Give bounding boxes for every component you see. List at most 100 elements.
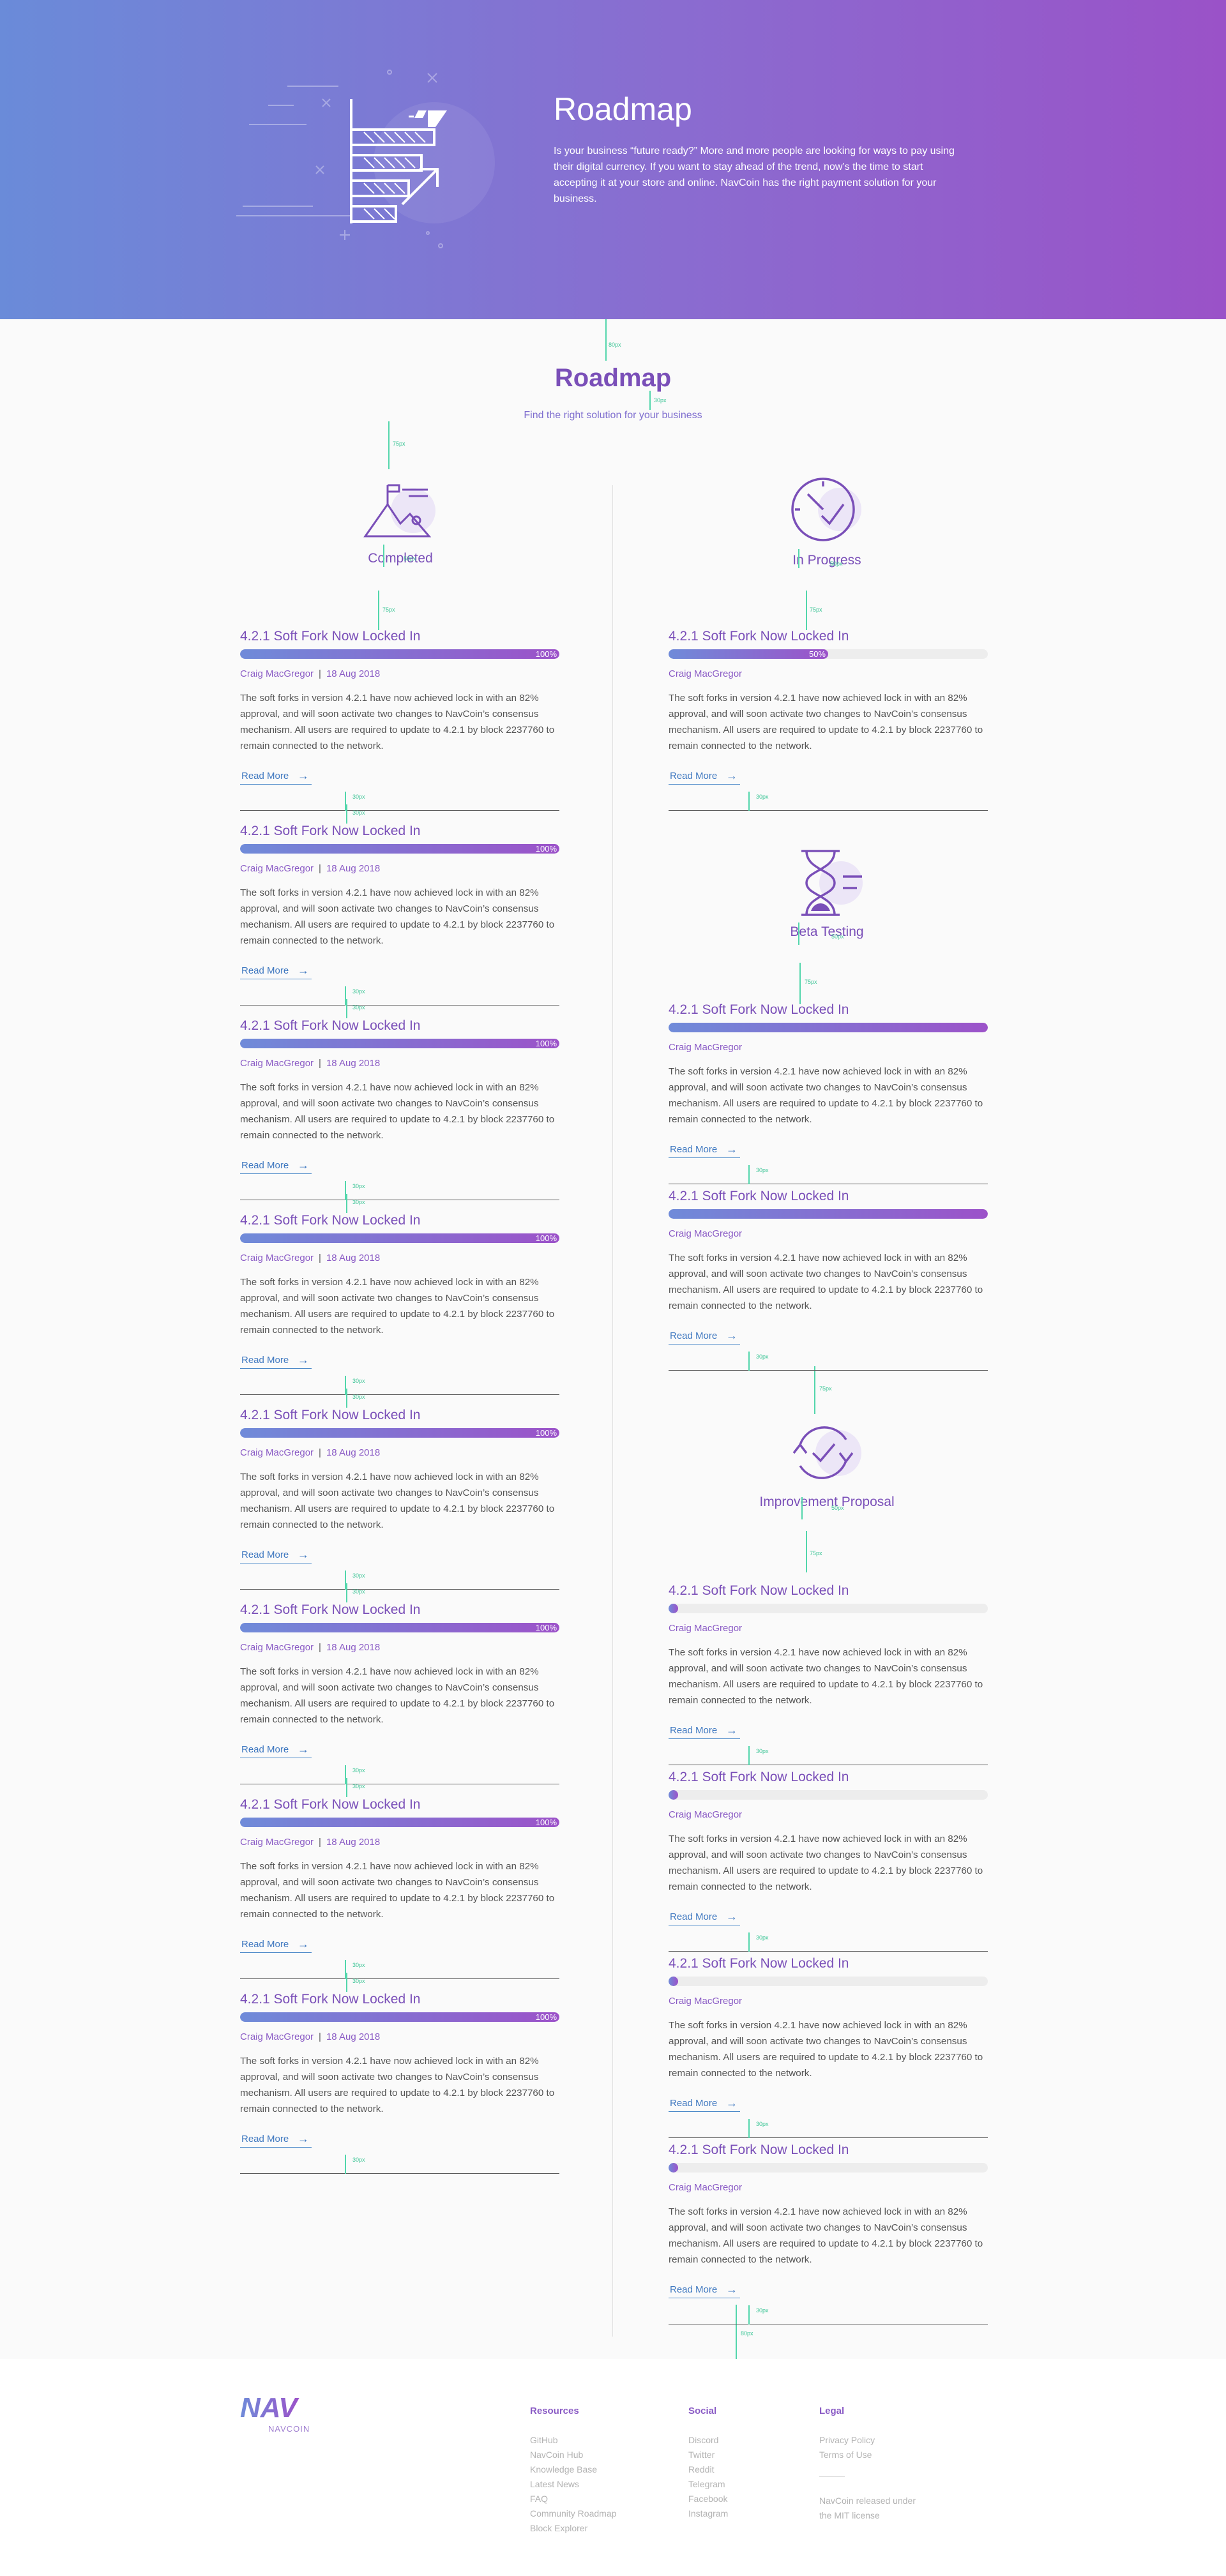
roadmap-card: 4.2.1 Soft Fork Now Locked In Craig MacGr…: [669, 1770, 988, 1952]
spacing-guide: [798, 923, 799, 945]
progress-fill: 100%: [240, 1428, 559, 1438]
read-more-link[interactable]: Read More →: [240, 1743, 312, 1758]
card-title[interactable]: 4.2.1 Soft Fork Now Locked In: [240, 629, 420, 644]
footer-link[interactable]: Knowledge Base: [530, 2462, 658, 2477]
card-title[interactable]: 4.2.1 Soft Fork Now Locked In: [669, 629, 849, 644]
spacing-guide: [346, 804, 347, 824]
card-body: The soft forks in version 4.2.1 have now…: [240, 1472, 555, 1530]
read-more-link[interactable]: Read More →: [240, 1938, 312, 1953]
author-name[interactable]: Craig MacGregor: [240, 1642, 314, 1653]
author-name[interactable]: Craig MacGregor: [669, 1623, 742, 1634]
read-more-label: Read More: [241, 1160, 289, 1171]
category-in-progress: In Progress: [763, 472, 891, 568]
footer-link[interactable]: Privacy Policy: [819, 2433, 947, 2448]
card-title[interactable]: 4.2.1 Soft Fork Now Locked In: [669, 1956, 849, 1971]
card-title[interactable]: 4.2.1 Soft Fork Now Locked In: [240, 1213, 420, 1228]
category-title: Beta Testing: [790, 924, 864, 939]
footer-link[interactable]: GitHub: [530, 2433, 658, 2448]
spacing-guide-label: 75px: [819, 1385, 832, 1392]
progress-fill: [669, 1209, 988, 1219]
meta-separator: |: [319, 863, 321, 874]
read-more-label: Read More: [670, 1330, 718, 1341]
arrow-right-icon: →: [298, 1743, 309, 1756]
footer-link[interactable]: Instagram: [688, 2506, 816, 2521]
progress-label: 50%: [808, 649, 826, 659]
post-date: 18 Aug 2018: [326, 1253, 381, 1263]
arrow-right-icon: →: [298, 1159, 309, 1171]
author-name[interactable]: Craig MacGregor: [669, 2182, 742, 2193]
card-title[interactable]: 4.2.1 Soft Fork Now Locked In: [669, 1583, 849, 1599]
clock-check-icon: [791, 478, 861, 541]
spacing-guide-label: 80px: [609, 342, 621, 348]
read-more-link[interactable]: Read More →: [669, 2097, 740, 2112]
read-more-link[interactable]: Read More →: [669, 1910, 740, 1925]
footer-link[interactable]: Reddit: [688, 2462, 816, 2477]
card-title[interactable]: 4.2.1 Soft Fork Now Locked In: [240, 824, 420, 839]
card-title[interactable]: 4.2.1 Soft Fork Now Locked In: [669, 1002, 849, 1018]
card-body: The soft forks in version 4.2.1 have now…: [240, 1277, 555, 1336]
author-name[interactable]: Craig MacGregor: [240, 2031, 314, 2042]
card-title[interactable]: 4.2.1 Soft Fork Now Locked In: [240, 1797, 420, 1812]
author-name[interactable]: Craig MacGregor: [669, 1809, 742, 1820]
footer-link[interactable]: Twitter: [688, 2448, 816, 2462]
arrow-right-icon: →: [298, 769, 309, 782]
card-title[interactable]: 4.2.1 Soft Fork Now Locked In: [669, 1189, 849, 1204]
footer-link[interactable]: FAQ: [530, 2492, 658, 2506]
progress-fill: 100%: [240, 2012, 559, 2022]
read-more-link[interactable]: Read More →: [240, 1353, 312, 1369]
card-title[interactable]: 4.2.1 Soft Fork Now Locked In: [240, 1018, 420, 1034]
card-meta: Craig MacGregor | 18 Aug 2018: [240, 1642, 380, 1653]
footer-resources: Resources GitHub NavCoin Hub Knowledge B…: [530, 2406, 658, 2536]
spacing-guide-label: 75px: [810, 606, 822, 613]
author-name[interactable]: Craig MacGregor: [669, 1228, 742, 1239]
meta-separator: |: [319, 1447, 321, 1458]
author-name[interactable]: Craig MacGregor: [669, 1996, 742, 2007]
footer-link[interactable]: Terms of Use: [819, 2448, 947, 2462]
author-name[interactable]: Craig MacGregor: [240, 1253, 314, 1263]
footer-link[interactable]: Telegram: [688, 2477, 816, 2492]
author-name[interactable]: Craig MacGregor: [240, 1837, 314, 1848]
read-more-link[interactable]: Read More →: [240, 1548, 312, 1563]
read-more-link[interactable]: Read More →: [240, 769, 312, 785]
progress-bar: [669, 1977, 988, 1986]
footer-link[interactable]: Discord: [688, 2433, 816, 2448]
read-more-link[interactable]: Read More →: [240, 2132, 312, 2148]
navcoin-logo[interactable]: NAV: [240, 2394, 342, 2420]
author-name[interactable]: Craig MacGregor: [669, 668, 742, 679]
read-more-link[interactable]: Read More →: [669, 1329, 740, 1344]
card-meta: Craig MacGregor: [669, 668, 742, 679]
card-title[interactable]: 4.2.1 Soft Fork Now Locked In: [669, 2143, 849, 2158]
spacing-guide-label: 30px: [756, 2307, 769, 2314]
footer-link[interactable]: NavCoin Hub: [530, 2448, 658, 2462]
roadmap-card: 4.2.1 Soft Fork Now Locked In Craig MacGr…: [669, 2143, 988, 2324]
footer-link[interactable]: Community Roadmap: [530, 2506, 658, 2521]
spacing-guide-label: 75px: [805, 979, 817, 985]
mountain-flag-icon: [363, 484, 435, 538]
footer-link[interactable]: Facebook: [688, 2492, 816, 2506]
author-name[interactable]: Craig MacGregor: [240, 668, 314, 679]
read-more-link[interactable]: Read More →: [669, 1724, 740, 1739]
progress-bar: [669, 1023, 988, 1032]
read-more-link[interactable]: Read More →: [669, 2283, 740, 2298]
author-name[interactable]: Craig MacGregor: [240, 1447, 314, 1458]
read-more-link[interactable]: Read More →: [669, 769, 740, 785]
author-name[interactable]: Craig MacGregor: [669, 1042, 742, 1053]
spacing-guide-label: 30px: [756, 794, 769, 800]
card-title[interactable]: 4.2.1 Soft Fork Now Locked In: [240, 1408, 420, 1423]
arrow-right-icon: →: [726, 1143, 738, 1156]
spacing-guide: [649, 391, 651, 410]
footer-link[interactable]: Latest News: [530, 2477, 658, 2492]
category-title: In Progress: [792, 553, 861, 568]
spacing-guide-label: 30px: [756, 1167, 769, 1173]
card-title[interactable]: 4.2.1 Soft Fork Now Locked In: [240, 1992, 420, 2007]
spacing-guide-label: 75px: [382, 606, 395, 613]
read-more-link[interactable]: Read More →: [240, 964, 312, 979]
progress-label: 100%: [535, 1623, 557, 1632]
read-more-link[interactable]: Read More →: [669, 1143, 740, 1158]
card-title[interactable]: 4.2.1 Soft Fork Now Locked In: [669, 1770, 849, 1785]
author-name[interactable]: Craig MacGregor: [240, 1058, 314, 1069]
card-title[interactable]: 4.2.1 Soft Fork Now Locked In: [240, 1602, 420, 1618]
footer-link[interactable]: Block Explorer: [530, 2521, 658, 2536]
read-more-link[interactable]: Read More →: [240, 1159, 312, 1174]
author-name[interactable]: Craig MacGregor: [240, 863, 314, 874]
